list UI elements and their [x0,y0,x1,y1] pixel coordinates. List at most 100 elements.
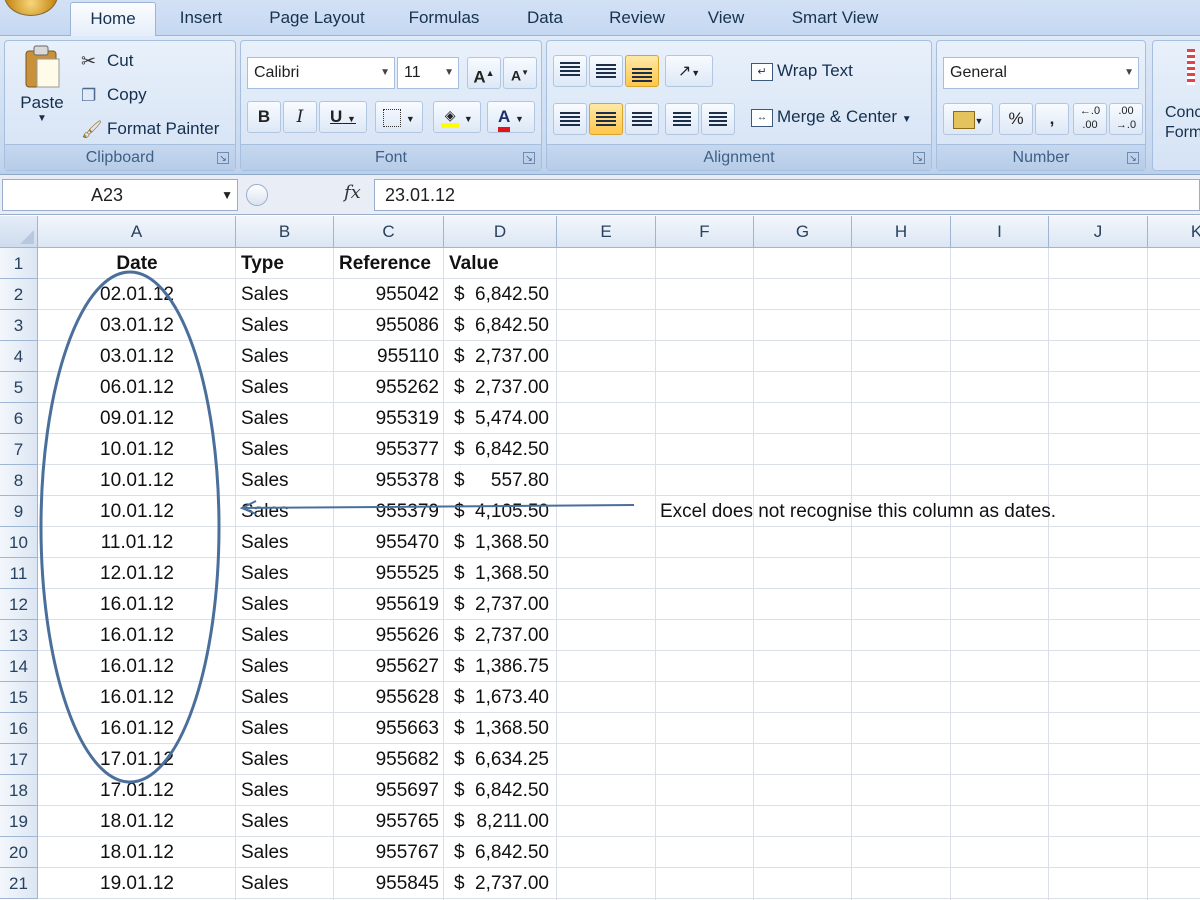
column-header-k[interactable]: K [1148,216,1200,248]
borders-button[interactable]: ▼ [375,101,423,133]
underline-button[interactable]: U ▼ [319,101,367,133]
type-cell[interactable]: Sales [236,775,334,806]
row-header[interactable]: 3 [0,310,38,341]
date-cell[interactable]: 02.01.12 [38,279,236,310]
value-cell[interactable]: $2,737.00 [444,868,557,899]
type-cell[interactable]: Sales [236,589,334,620]
type-cell[interactable]: Sales [236,465,334,496]
cut-button[interactable]: ✂ Cut [81,51,133,72]
header-cell-reference[interactable]: Reference [334,248,444,279]
row-header[interactable]: 2 [0,279,38,310]
align-center-button[interactable] [589,103,623,135]
align-top-button[interactable] [553,55,587,87]
percent-style-button[interactable]: % [999,103,1033,135]
comma-style-button[interactable]: , [1035,103,1069,135]
reference-cell[interactable]: 955042 [334,279,444,310]
reference-cell[interactable]: 955627 [334,651,444,682]
row-header[interactable]: 16 [0,713,38,744]
type-cell[interactable]: Sales [236,744,334,775]
orientation-button[interactable]: ↗▼ [665,55,713,87]
reference-cell[interactable]: 955470 [334,527,444,558]
row-header[interactable]: 20 [0,837,38,868]
tab-formulas[interactable]: Formulas [396,0,492,36]
reference-cell[interactable]: 955619 [334,589,444,620]
office-button[interactable] [4,0,58,16]
increase-decimal-button[interactable]: ←.0.00 [1073,103,1107,135]
alignment-launcher-icon[interactable]: ↘ [913,152,925,164]
name-box[interactable]: A23 ▼ [2,179,238,211]
date-cell[interactable]: 10.01.12 [38,434,236,465]
type-cell[interactable]: Sales [236,527,334,558]
reference-cell[interactable]: 955767 [334,837,444,868]
row-header[interactable]: 4 [0,341,38,372]
value-cell[interactable]: $6,842.50 [444,837,557,868]
type-cell[interactable]: Sales [236,279,334,310]
value-cell[interactable]: $2,737.00 [444,589,557,620]
value-cell[interactable]: $1,368.50 [444,558,557,589]
header-cell-date[interactable]: Date [38,248,236,279]
row-header[interactable]: 6 [0,403,38,434]
type-cell[interactable]: Sales [236,806,334,837]
value-cell[interactable]: $6,842.50 [444,279,557,310]
date-cell[interactable]: 10.01.12 [38,465,236,496]
row-header[interactable]: 17 [0,744,38,775]
type-cell[interactable]: Sales [236,403,334,434]
reference-cell[interactable]: 955697 [334,775,444,806]
clipboard-launcher-icon[interactable]: ↘ [217,152,229,164]
type-cell[interactable]: Sales [236,713,334,744]
value-cell[interactable]: $6,842.50 [444,434,557,465]
row-header[interactable]: 21 [0,868,38,899]
font-launcher-icon[interactable]: ↘ [523,152,535,164]
align-middle-button[interactable] [589,55,623,87]
value-cell[interactable]: $6,634.25 [444,744,557,775]
value-cell[interactable]: $1,386.75 [444,651,557,682]
date-cell[interactable]: 16.01.12 [38,589,236,620]
type-cell[interactable]: Sales [236,496,334,527]
row-header[interactable]: 5 [0,372,38,403]
type-cell[interactable]: Sales [236,837,334,868]
paste-dropdown-icon[interactable]: ▼ [13,113,71,124]
date-cell[interactable]: 17.01.12 [38,744,236,775]
row-header[interactable]: 13 [0,620,38,651]
wrap-text-button[interactable]: ↵ Wrap Text [751,61,853,81]
row-header[interactable]: 14 [0,651,38,682]
type-cell[interactable]: Sales [236,682,334,713]
align-left-button[interactable] [553,103,587,135]
date-cell[interactable]: 10.01.12 [38,496,236,527]
grow-font-button[interactable]: A▲ [467,57,501,89]
row-header[interactable]: 15 [0,682,38,713]
column-header-j[interactable]: J [1049,216,1148,248]
date-cell[interactable]: 17.01.12 [38,775,236,806]
row-header[interactable]: 9 [0,496,38,527]
accounting-format-button[interactable]: ▼ [943,103,993,135]
tab-insert[interactable]: Insert [166,0,236,36]
column-header-g[interactable]: G [754,216,852,248]
merge-center-button[interactable]: ↔ Merge & Center ▼ [751,107,912,127]
value-cell[interactable]: $4,105.50 [444,496,557,527]
select-all-button[interactable] [0,216,38,248]
date-cell[interactable]: 09.01.12 [38,403,236,434]
column-header-f[interactable]: F [656,216,754,248]
date-cell[interactable]: 16.01.12 [38,713,236,744]
reference-cell[interactable]: 955663 [334,713,444,744]
column-header-c[interactable]: C [334,216,444,248]
date-cell[interactable]: 06.01.12 [38,372,236,403]
type-cell[interactable]: Sales [236,372,334,403]
column-header-h[interactable]: H [852,216,951,248]
reference-cell[interactable]: 955525 [334,558,444,589]
value-cell[interactable]: $2,737.00 [444,372,557,403]
type-cell[interactable]: Sales [236,434,334,465]
date-cell[interactable]: 19.01.12 [38,868,236,899]
value-cell[interactable]: $1,673.40 [444,682,557,713]
value-cell[interactable]: $8,211.00 [444,806,557,837]
type-cell[interactable]: Sales [236,558,334,589]
date-cell[interactable]: 16.01.12 [38,620,236,651]
row-header[interactable]: 18 [0,775,38,806]
value-cell[interactable]: $2,737.00 [444,341,557,372]
reference-cell[interactable]: 955628 [334,682,444,713]
number-launcher-icon[interactable]: ↘ [1127,152,1139,164]
reference-cell[interactable]: 955845 [334,868,444,899]
tab-review[interactable]: Review [598,0,676,36]
format-painter-button[interactable]: 🖌 Format Painter [81,119,219,140]
type-cell[interactable]: Sales [236,651,334,682]
